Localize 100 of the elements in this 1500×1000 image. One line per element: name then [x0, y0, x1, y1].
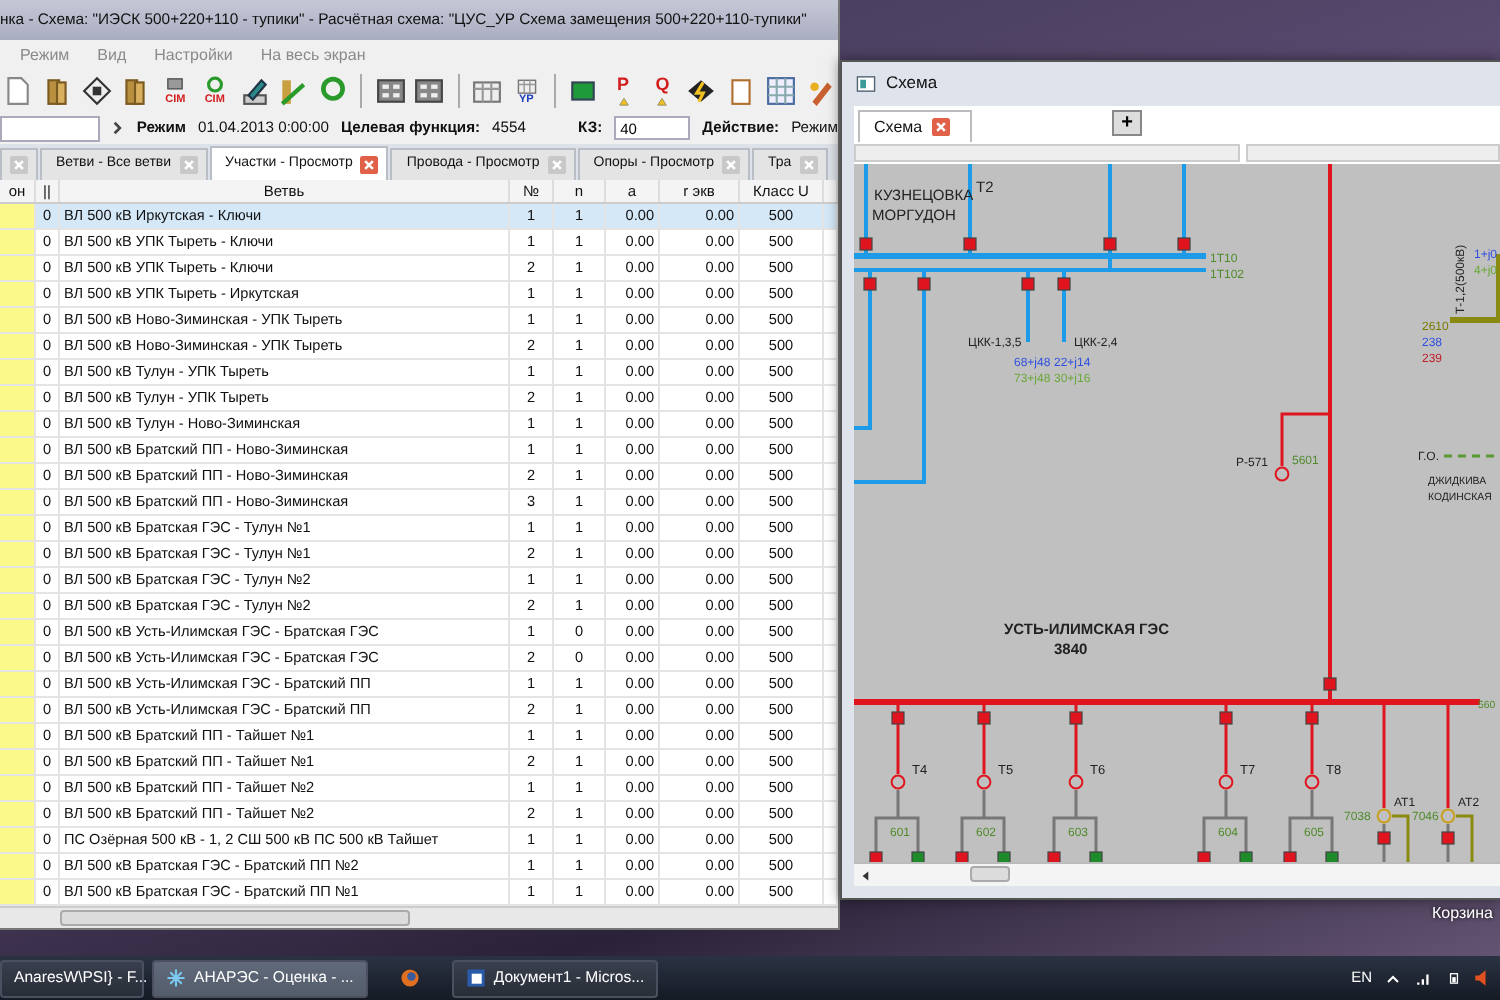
- calculator-icon: [375, 76, 406, 106]
- close-icon[interactable]: [360, 155, 379, 173]
- highlighted-cell: [0, 828, 36, 852]
- highlighted-cell: [0, 516, 36, 540]
- breaker-icon: [1057, 277, 1071, 291]
- toolbar-button[interactable]: P: [605, 72, 641, 110]
- search-field[interactable]: [0, 115, 101, 141]
- calculator-icon: [414, 76, 445, 106]
- breaker-icon: [1377, 831, 1391, 845]
- highlighted-cell: [0, 464, 36, 488]
- speaker-icon[interactable]: [1474, 968, 1492, 988]
- breaker-icon: [1219, 711, 1233, 725]
- warning-icon: [654, 94, 671, 106]
- feeder-line: [1108, 258, 1112, 269]
- chevron-up-icon[interactable]: [1386, 971, 1400, 985]
- page-icon: [2, 76, 33, 106]
- highlighted-cell: [0, 386, 36, 410]
- breaker-icon: [963, 237, 977, 251]
- highlighted-cell: [0, 438, 36, 462]
- snowflake-icon: [166, 968, 186, 988]
- highlighted-cell: [0, 230, 36, 254]
- pencil-icon: [239, 76, 270, 106]
- highlighted-cell: [0, 724, 36, 748]
- spreadsheet-icon: [765, 76, 796, 106]
- feeder-line: [1062, 272, 1066, 343]
- breaker-icon: [1021, 277, 1035, 291]
- highlighted-cell: [0, 204, 36, 228]
- feeder-line: [1382, 824, 1386, 863]
- toolbar-button[interactable]: [78, 72, 115, 110]
- highlighted-cell: [0, 854, 36, 878]
- brush-icon: [805, 76, 836, 106]
- feeder-line: [968, 164, 972, 255]
- highlighted-cell: [0, 646, 36, 670]
- document-icon: [465, 968, 486, 988]
- transformer-symbol: [890, 775, 906, 790]
- recycle-icon: [201, 75, 228, 96]
- warning-icon: [615, 94, 631, 106]
- feeder-line: [1392, 814, 1410, 863]
- monitor-icon: [568, 76, 599, 106]
- highlighted-cell: [0, 698, 36, 722]
- highlighted-cell: [0, 776, 36, 800]
- highlighted-cell: [0, 568, 36, 592]
- signal-icon[interactable]: [1414, 970, 1434, 986]
- transformer-symbol: [1440, 809, 1456, 824]
- add-tab-button[interactable]: +: [1112, 110, 1143, 137]
- feeder-line: [864, 164, 868, 255]
- feeder-line: [1026, 272, 1030, 343]
- highlighted-cell: [0, 750, 36, 774]
- highlighted-cell: [0, 672, 36, 696]
- database-icon: [162, 75, 189, 96]
- chart-icon: [278, 76, 309, 106]
- horizontal-scrollbar[interactable]: [854, 862, 1500, 886]
- feeder-line: [1444, 454, 1500, 458]
- feeder-line: [1382, 704, 1386, 809]
- chevron-icon: [112, 118, 125, 138]
- globe-icon: [399, 968, 420, 988]
- feeder-line: [1496, 254, 1500, 319]
- feeder-line: [1456, 814, 1474, 863]
- tab[interactable]: Схема: [858, 110, 973, 143]
- feeder-line: [1446, 704, 1450, 809]
- horizontal-scrollbar[interactable]: [0, 906, 838, 928]
- clipboard-icon: [726, 76, 757, 106]
- highlighted-cell: [0, 620, 36, 644]
- battery-icon[interactable]: [1448, 968, 1460, 988]
- lightning-icon: [686, 76, 717, 106]
- scrollbar-thumb[interactable]: [60, 910, 410, 926]
- feeder-line: [896, 704, 900, 775]
- window-icon: [854, 73, 878, 94]
- breaker-icon: [891, 711, 905, 725]
- breaker-icon: [1323, 677, 1337, 691]
- folder-icon: [42, 76, 73, 106]
- breaker-icon: [1441, 831, 1455, 845]
- table-icon: [513, 75, 540, 96]
- feeder-line: [1446, 824, 1450, 863]
- breaker-icon: [1103, 237, 1117, 251]
- highlighted-cell: [0, 802, 36, 826]
- highlighted-cell: [0, 880, 36, 904]
- feeder-line: [1108, 164, 1112, 255]
- highlighted-cell: [0, 308, 36, 332]
- toolbar-button[interactable]: Q: [644, 72, 681, 110]
- breaker-icon: [977, 711, 991, 725]
- feeder-line: [1310, 704, 1314, 775]
- highlighted-cell: [0, 282, 36, 306]
- desktop-icon-label[interactable]: Корзина: [1432, 902, 1493, 926]
- feeder-line: [1182, 164, 1186, 255]
- highlighted-cell: [0, 360, 36, 384]
- scrollbar-thumb[interactable]: [970, 866, 1010, 883]
- highlighted-cell: [0, 412, 36, 436]
- breaker-icon: [917, 277, 931, 291]
- breaker-icon: [859, 237, 873, 251]
- highlighted-cell: [0, 490, 36, 514]
- table-icon: [471, 76, 502, 106]
- folder-icon: [120, 76, 151, 106]
- tab[interactable]: [0, 148, 38, 180]
- breaker-icon: [1305, 711, 1319, 725]
- feeder-line: [1224, 704, 1228, 775]
- transformer-symbol: [1376, 809, 1392, 824]
- feeder-line: [982, 704, 986, 775]
- close-icon[interactable]: [932, 118, 951, 137]
- transformer-symbol: [1274, 467, 1290, 482]
